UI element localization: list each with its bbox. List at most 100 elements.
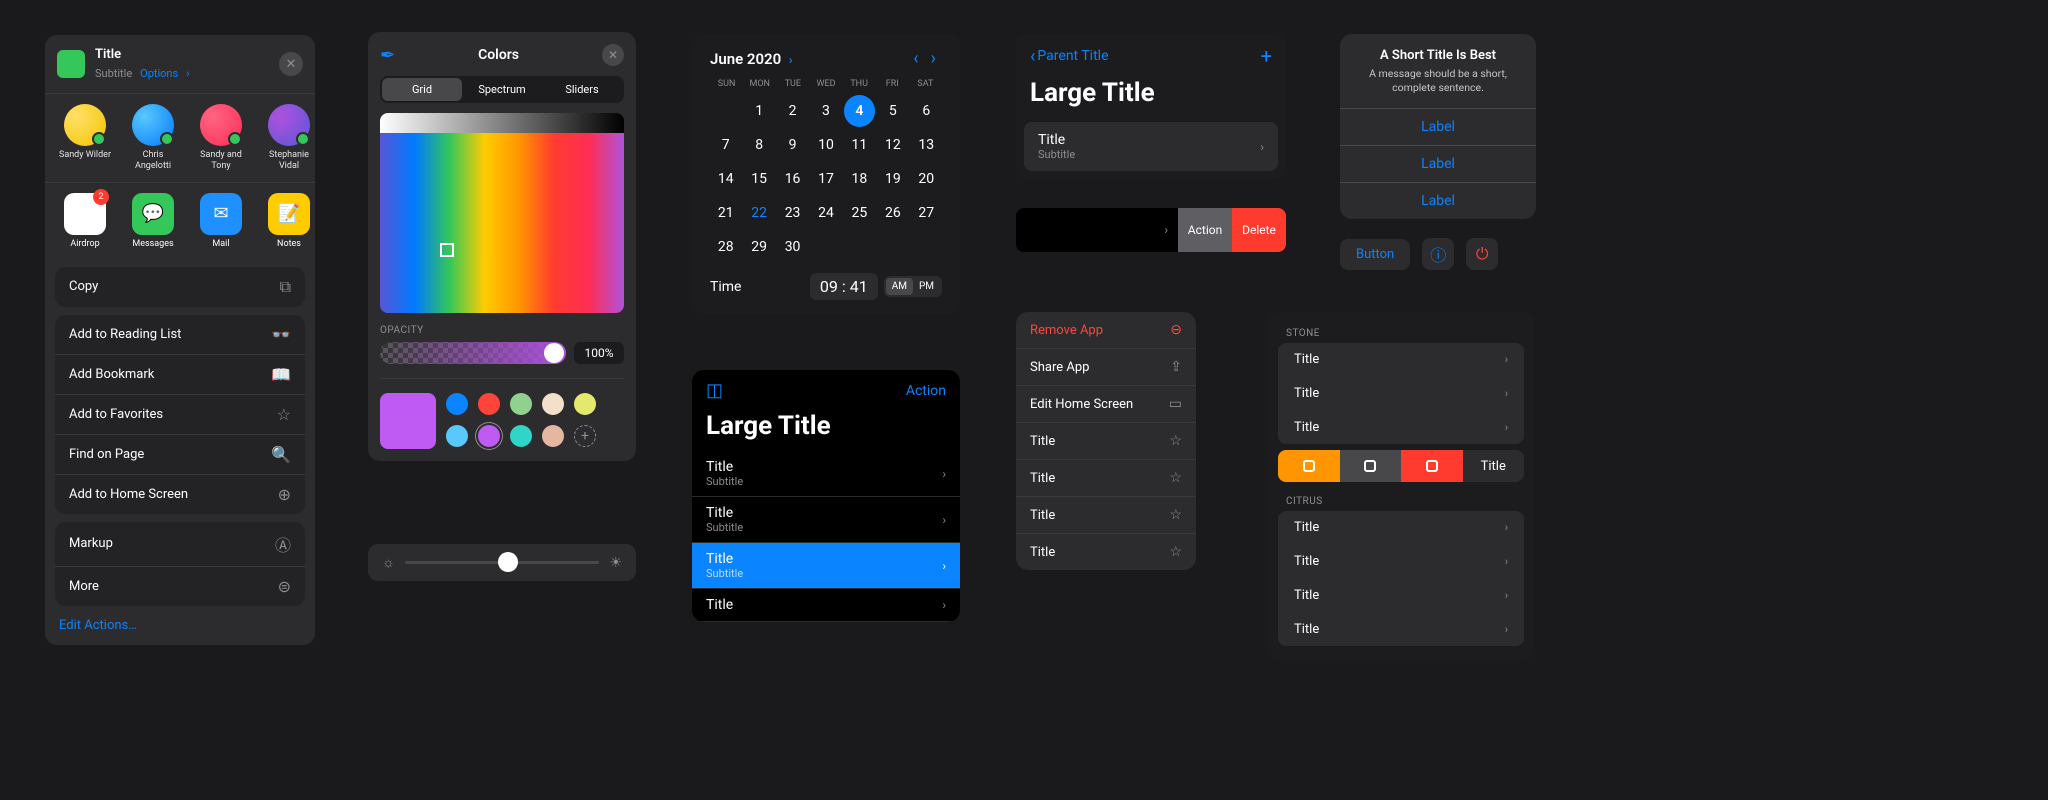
alert-button[interactable]: Label (1340, 182, 1536, 219)
action-item[interactable]: Add to Reading List👓 (55, 315, 305, 355)
calendar-day[interactable]: 24 (810, 197, 841, 229)
list-row[interactable]: Title› (1278, 545, 1524, 579)
person[interactable]: Sandy and Tony (193, 104, 249, 172)
calendar-day[interactable]: 16 (777, 163, 808, 195)
calendar-day[interactable]: 11 (844, 129, 875, 161)
person[interactable]: Stephanie Vidal (261, 104, 315, 172)
calendar-day[interactable]: 27 (911, 197, 942, 229)
seg-red[interactable] (1401, 450, 1463, 482)
list-row[interactable]: TitleSubtitle› (692, 497, 960, 543)
context-item[interactable]: Title☆ (1016, 423, 1196, 460)
list-row[interactable]: Title› (692, 589, 960, 622)
calendar-day[interactable]: 12 (877, 129, 908, 161)
alert-button[interactable]: Label (1340, 145, 1536, 182)
swipe-action[interactable]: Action (1178, 208, 1232, 252)
seg-orange[interactable] (1278, 450, 1340, 482)
action-item[interactable]: Add to Favorites☆ (55, 395, 305, 435)
calendar-day[interactable]: 7 (710, 129, 741, 161)
tab-grid[interactable]: Grid (382, 78, 462, 101)
calendar-day[interactable]: 14 (710, 163, 741, 195)
sidebar-icon[interactable]: ◫ (706, 380, 723, 401)
action-item[interactable]: Add to Home Screen⊕ (55, 475, 305, 514)
context-item[interactable]: Title☆ (1016, 497, 1196, 534)
tab-sliders[interactable]: Sliders (542, 78, 622, 101)
list-row[interactable]: Title› (1278, 579, 1524, 613)
calendar-day[interactable]: 20 (911, 163, 942, 195)
calendar-day[interactable]: 19 (877, 163, 908, 195)
swipe-delete[interactable]: Delete (1232, 208, 1286, 252)
person[interactable]: Sandy Wilder (57, 104, 113, 172)
brightness-slider[interactable] (405, 561, 600, 564)
color-swatch[interactable] (510, 425, 532, 447)
seg-text[interactable]: Title (1463, 450, 1525, 482)
calendar-day[interactable]: 17 (810, 163, 841, 195)
add-button[interactable]: + (1261, 44, 1272, 68)
calendar-day[interactable]: 26 (877, 197, 908, 229)
calendar-day[interactable]: 4 (844, 95, 875, 127)
calendar-day[interactable]: 15 (743, 163, 774, 195)
list-row[interactable]: Title› (1278, 343, 1524, 377)
calendar-day[interactable]: 3 (810, 95, 841, 127)
calendar-day[interactable]: 5 (877, 95, 908, 127)
app[interactable]: ✉Mail (193, 193, 249, 249)
app[interactable]: 💬Messages (125, 193, 181, 249)
list-row[interactable]: TitleSubtitle› (692, 543, 960, 589)
calendar-day[interactable]: 23 (777, 197, 808, 229)
seg-gray[interactable] (1340, 450, 1402, 482)
calendar-day[interactable]: 13 (911, 129, 942, 161)
list-row[interactable]: TitleSubtitle› (692, 451, 960, 497)
eyedropper-icon[interactable]: ✒ (380, 45, 395, 66)
app[interactable]: 2◎Airdrop (57, 193, 113, 249)
time-value[interactable]: 09 : 41 (810, 273, 878, 300)
action-item[interactable]: Find on Page🔍 (55, 435, 305, 475)
list-row[interactable]: Title› (1278, 377, 1524, 411)
calendar-day[interactable]: 2 (777, 95, 808, 127)
swipe-content[interactable]: › (1016, 208, 1178, 252)
color-swatch[interactable] (478, 393, 500, 415)
close-button[interactable]: ✕ (279, 52, 303, 76)
nav-row[interactable]: Title Subtitle › (1024, 122, 1278, 171)
alert-button[interactable]: Label (1340, 108, 1536, 145)
calendar-day[interactable]: 28 (710, 231, 741, 263)
pm-option[interactable]: PM (913, 278, 940, 295)
prev-month-button[interactable]: ‹ (907, 48, 924, 69)
calendar-day[interactable]: 1 (743, 95, 774, 127)
info-button[interactable]: ⓘ (1422, 238, 1454, 270)
color-swatch[interactable] (574, 393, 596, 415)
calendar-day[interactable]: 18 (844, 163, 875, 195)
app[interactable]: 📝Notes (261, 193, 315, 249)
share-options-link[interactable]: Options (140, 67, 178, 80)
color-swatch[interactable] (446, 393, 468, 415)
add-swatch-button[interactable]: + (574, 425, 596, 447)
color-swatch[interactable] (542, 393, 564, 415)
context-item[interactable]: Title☆ (1016, 460, 1196, 497)
calendar-day[interactable]: 25 (844, 197, 875, 229)
list-row[interactable]: Title› (1278, 411, 1524, 444)
calendar-month[interactable]: June 2020 › (710, 50, 907, 68)
context-item[interactable]: Share App⇪ (1016, 349, 1196, 386)
calendar-day[interactable]: 29 (743, 231, 774, 263)
person[interactable]: Chris Angelotti (125, 104, 181, 172)
calendar-day[interactable]: 10 (810, 129, 841, 161)
action-item[interactable]: Add Bookmark📖 (55, 355, 305, 395)
context-item[interactable]: Remove App⊖ (1016, 312, 1196, 349)
color-swatch[interactable] (446, 425, 468, 447)
action-item[interactable]: More⊜ (55, 567, 305, 606)
action-link[interactable]: Action (906, 383, 946, 399)
calendar-day[interactable]: 21 (710, 197, 741, 229)
color-grid[interactable] (380, 113, 624, 313)
calendar-day[interactable]: 6 (911, 95, 942, 127)
copy-action[interactable]: Copy ⧉ (55, 267, 305, 307)
calendar-day[interactable]: 9 (777, 129, 808, 161)
close-button[interactable]: ✕ (602, 44, 624, 66)
tab-spectrum[interactable]: Spectrum (462, 78, 542, 101)
calendar-day[interactable]: 8 (743, 129, 774, 161)
color-swatch[interactable] (510, 393, 532, 415)
edit-actions-link[interactable]: Edit Actions… (55, 614, 305, 633)
opacity-value[interactable]: 100% (574, 342, 624, 364)
color-swatch[interactable] (478, 425, 500, 447)
list-row[interactable]: Title› (1278, 613, 1524, 646)
list-row[interactable]: Title› (1278, 511, 1524, 545)
action-item[interactable]: MarkupⒶ (55, 522, 305, 567)
color-swatch[interactable] (542, 425, 564, 447)
